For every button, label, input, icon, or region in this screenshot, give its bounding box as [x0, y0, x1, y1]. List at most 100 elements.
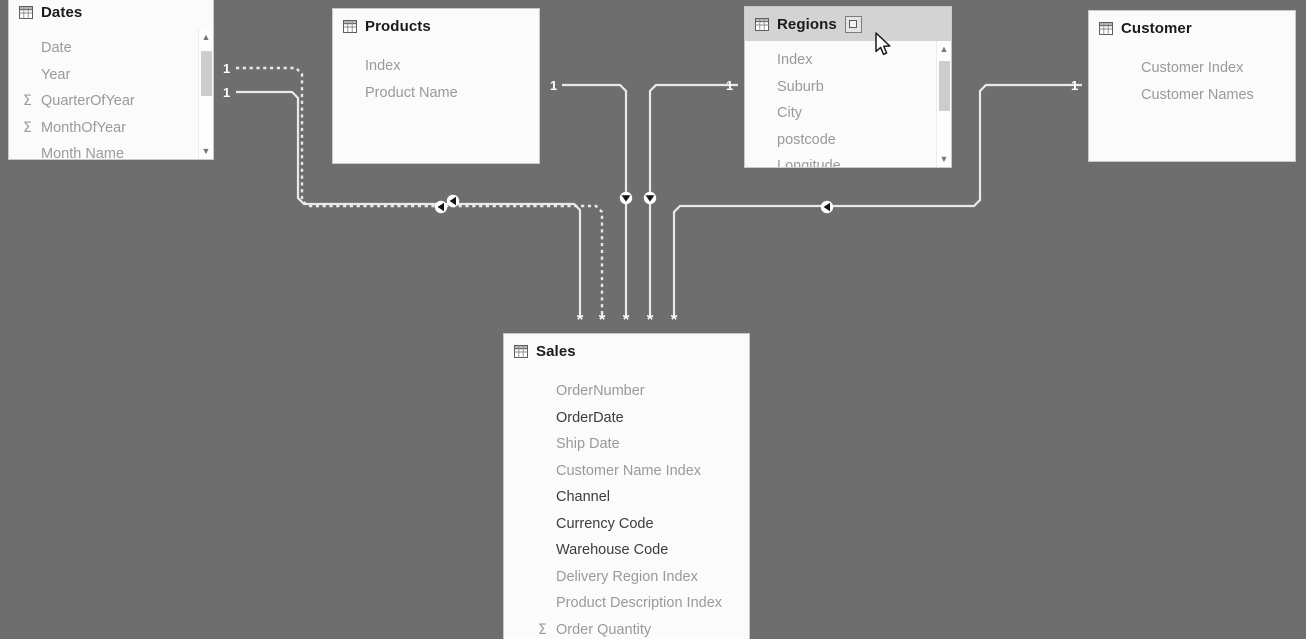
field-row[interactable]: Customer Name Index [504, 458, 749, 485]
filter-arrow-dates-inactive [446, 194, 460, 208]
scrollbar-thumb[interactable] [939, 61, 950, 111]
field-row[interactable]: Warehouse Code [504, 537, 749, 564]
scroll-up-icon[interactable]: ▲ [199, 29, 214, 45]
field-row[interactable]: Product Description Index [504, 590, 749, 617]
field-row[interactable]: Channel [504, 484, 749, 511]
table-title-customer: Customer [1121, 19, 1192, 37]
sigma-aggregate-icon: Σ [538, 621, 547, 638]
filter-direction-arrows [434, 191, 834, 214]
table-grid-icon [343, 19, 357, 33]
table-title-regions: Regions [777, 15, 837, 33]
field-label: Product Description Index [556, 595, 723, 612]
scrollbar-thumb[interactable] [201, 51, 212, 96]
field-row[interactable]: postcode [745, 127, 951, 154]
field-row[interactable]: Product Name [333, 80, 539, 107]
many-marker: * [577, 310, 584, 329]
field-label: Order Quantity [556, 621, 652, 638]
table-title-sales: Sales [536, 342, 576, 360]
table-header-dates[interactable]: Dates [9, 0, 213, 29]
field-row[interactable]: Σ MonthOfYear [9, 115, 213, 142]
scrollbar-track[interactable] [937, 57, 951, 151]
table-field-list-dates[interactable]: Date Year Σ QuarterOfYear Σ MonthOfYear … [9, 29, 213, 159]
table-title-dates: Dates [41, 3, 83, 21]
many-marker: * [623, 310, 630, 329]
many-markers: * * * * * [577, 310, 678, 329]
field-row[interactable]: Year [9, 62, 213, 89]
table-header-products[interactable]: Products [333, 9, 539, 43]
field-label: Index [365, 58, 401, 75]
table-grid-icon [514, 344, 528, 358]
table-card-dates[interactable]: Dates Date Year Σ QuarterOfYear Σ MonthO… [8, 0, 214, 160]
scroll-down-icon[interactable]: ▼ [199, 143, 214, 159]
field-label: Year [41, 66, 71, 83]
field-label: Channel [556, 489, 611, 506]
field-row[interactable]: OrderNumber [504, 378, 749, 405]
field-row[interactable]: Index [745, 47, 951, 74]
table-field-list-sales[interactable]: OrderNumber OrderDate Ship Date Customer… [504, 368, 749, 639]
field-label: OrderNumber [556, 383, 645, 400]
one-marker: 1 [1071, 78, 1078, 93]
field-label: Customer Name Index [556, 462, 702, 479]
one-marker: 1 [223, 85, 230, 100]
table-header-customer[interactable]: Customer [1089, 11, 1295, 45]
field-row[interactable]: Σ QuarterOfYear [9, 88, 213, 115]
field-label: QuarterOfYear [41, 93, 135, 110]
filter-arrow-dates-active [434, 200, 448, 214]
field-row[interactable]: Delivery Region Index [504, 564, 749, 591]
field-label: Index [777, 52, 813, 69]
scrollbar-track[interactable] [199, 45, 213, 143]
vertical-scrollbar[interactable]: ▲ ▼ [198, 29, 213, 159]
field-label: Product Name [365, 84, 458, 101]
many-marker: * [599, 310, 606, 329]
field-label: postcode [777, 131, 836, 148]
field-label: OrderDate [556, 409, 624, 426]
field-label: Date [41, 40, 72, 57]
table-grid-icon [755, 17, 769, 31]
scroll-down-icon[interactable]: ▼ [937, 151, 952, 167]
table-field-list-customer[interactable]: Customer Index Customer Names [1089, 45, 1295, 161]
vertical-scrollbar[interactable]: ▲ ▼ [936, 41, 951, 167]
field-label: Customer Index [1141, 60, 1244, 77]
model-view-canvas[interactable]: .ln { fill:none; stroke:#e9e9e9; stroke-… [0, 0, 1306, 639]
sigma-aggregate-icon: Σ [23, 93, 32, 110]
table-grid-icon [1099, 21, 1113, 35]
table-header-sales[interactable]: Sales [504, 334, 749, 368]
scroll-up-icon[interactable]: ▲ [937, 41, 952, 57]
table-card-regions[interactable]: Regions Index Suburb City postcode Longi… [744, 6, 952, 168]
table-field-list-regions[interactable]: Index Suburb City postcode Longitude ▲ ▼ [745, 41, 951, 167]
field-row[interactable]: Month Name [9, 141, 213, 159]
table-card-sales[interactable]: Sales OrderNumber OrderDate Ship Date Cu… [503, 333, 750, 639]
field-label: Warehouse Code [556, 542, 669, 559]
table-card-customer[interactable]: Customer Customer Index Customer Names [1088, 10, 1296, 162]
field-row[interactable]: Longitude [745, 153, 951, 167]
field-row[interactable]: Suburb [745, 74, 951, 101]
table-card-products[interactable]: Products Index Product Name [332, 8, 540, 164]
table-header-regions[interactable]: Regions [745, 7, 951, 41]
field-label: Longitude [777, 158, 841, 167]
field-row[interactable]: Ship Date [504, 431, 749, 458]
filter-arrow-regions [643, 191, 657, 205]
field-row[interactable]: Index [333, 53, 539, 80]
field-row[interactable]: Σ Order Quantity [504, 617, 749, 639]
field-row[interactable]: Customer Index [1109, 55, 1295, 82]
field-label: Month Name [41, 146, 125, 159]
field-label: Delivery Region Index [556, 568, 698, 585]
maximize-icon[interactable] [844, 15, 862, 33]
field-label: MonthOfYear [41, 119, 126, 136]
table-field-list-products[interactable]: Index Product Name [333, 43, 539, 163]
field-row[interactable]: City [745, 100, 951, 127]
one-marker: 1 [550, 78, 557, 93]
many-marker: * [647, 310, 654, 329]
field-label: Currency Code [556, 515, 654, 532]
field-label: Suburb [777, 78, 824, 95]
field-row[interactable]: OrderDate [504, 405, 749, 432]
filter-arrow-products [619, 191, 633, 205]
field-row[interactable]: Date [9, 35, 213, 62]
field-row[interactable]: Currency Code [504, 511, 749, 538]
relationship-regions-sales [648, 83, 738, 314]
field-row[interactable]: Customer Names [1109, 82, 1295, 109]
filter-arrow-customer [820, 200, 834, 214]
field-label: Customer Names [1141, 86, 1254, 103]
relationship-products-sales [562, 83, 628, 314]
one-marker: 1 [726, 78, 733, 93]
